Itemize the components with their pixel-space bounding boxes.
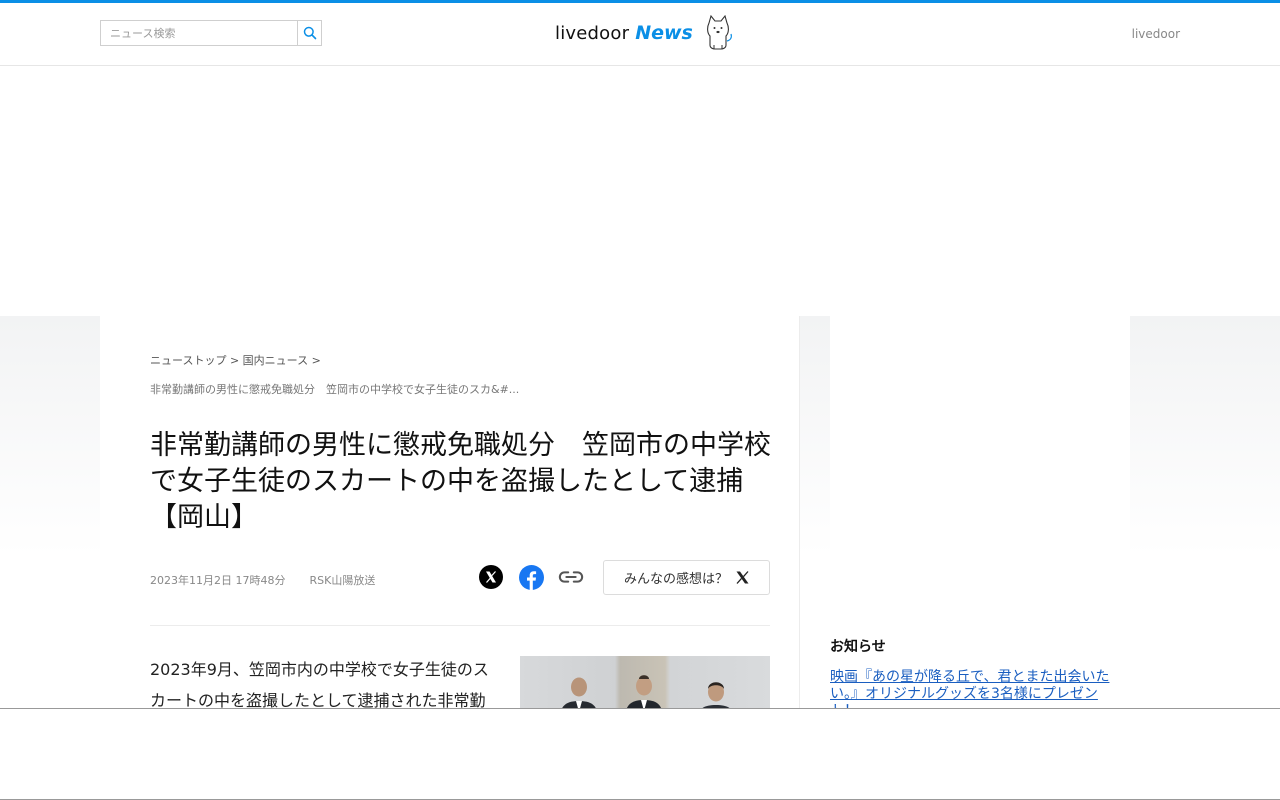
search-icon (303, 26, 316, 40)
share-buttons (478, 564, 584, 590)
link-icon (558, 571, 584, 583)
facebook-icon (518, 564, 544, 590)
sidebar: お知らせ 映画『あの星が降る丘で、君とまた出会いたい。』オリジナルグッズを3名様… (830, 316, 1130, 719)
bottom-ad-bar (0, 708, 1280, 800)
article-date: 2023年11月2日 17時48分 (150, 574, 286, 587)
article-meta: 2023年11月2日 17時48分 RSK山陽放送 (150, 572, 375, 588)
share-x-button[interactable] (478, 564, 504, 590)
reaction-button[interactable]: みんなの感想は？ (603, 560, 770, 595)
article-body: 2023年9月、笠岡市内の中学校で女子生徒のスカートの中を盗撮したとして逮捕され… (150, 660, 489, 710)
x-icon (736, 571, 749, 584)
search-button[interactable] (297, 21, 321, 45)
site-logo[interactable]: livedoor News (555, 13, 733, 53)
copy-link-button[interactable] (558, 564, 584, 590)
logo-text-news: News (635, 22, 693, 44)
article-title: 非常勤講師の男性に懲戒免職処分 笠岡市の中学校で女子生徒のスカートの中を盗撮した… (150, 430, 771, 533)
article-source[interactable]: RSK山陽放送 (309, 572, 375, 588)
dog-mascot-icon (706, 15, 732, 50)
breadcrumb-news-top[interactable]: ニューストップ (150, 354, 226, 367)
livedoor-link[interactable]: livedoor (1132, 27, 1180, 41)
search-box (100, 20, 322, 46)
press-conference-image (560, 675, 734, 716)
top-ad-area (0, 66, 1280, 316)
breadcrumb-current: 非常勤講師の男性に懲戒免職処分 笠岡市の中学校で女子生徒のスカ&#... (150, 383, 520, 396)
reaction-label: みんなの感想は？ (623, 572, 728, 587)
divider (150, 625, 770, 626)
logo-text-livedoor: livedoor (555, 22, 630, 44)
breadcrumb-separator: > (311, 354, 321, 367)
notice-heading: お知らせ (830, 639, 886, 655)
site-header: livedoor News livedoor (0, 3, 1280, 66)
share-facebook-button[interactable] (518, 564, 544, 590)
article-container: ニューストップ > 国内ニュース > 非常勤講師の男性に懲戒免職処分 笠岡市の中… (100, 316, 800, 716)
breadcrumb-domestic[interactable]: 国内ニュース (243, 354, 308, 367)
breadcrumb: ニューストップ > 国内ニュース > (150, 352, 321, 368)
article-photo[interactable] (520, 656, 770, 716)
x-icon (479, 565, 503, 589)
search-input[interactable] (101, 21, 298, 45)
breadcrumb-separator: > (229, 354, 240, 367)
sidebar-ad-area (830, 316, 1130, 616)
